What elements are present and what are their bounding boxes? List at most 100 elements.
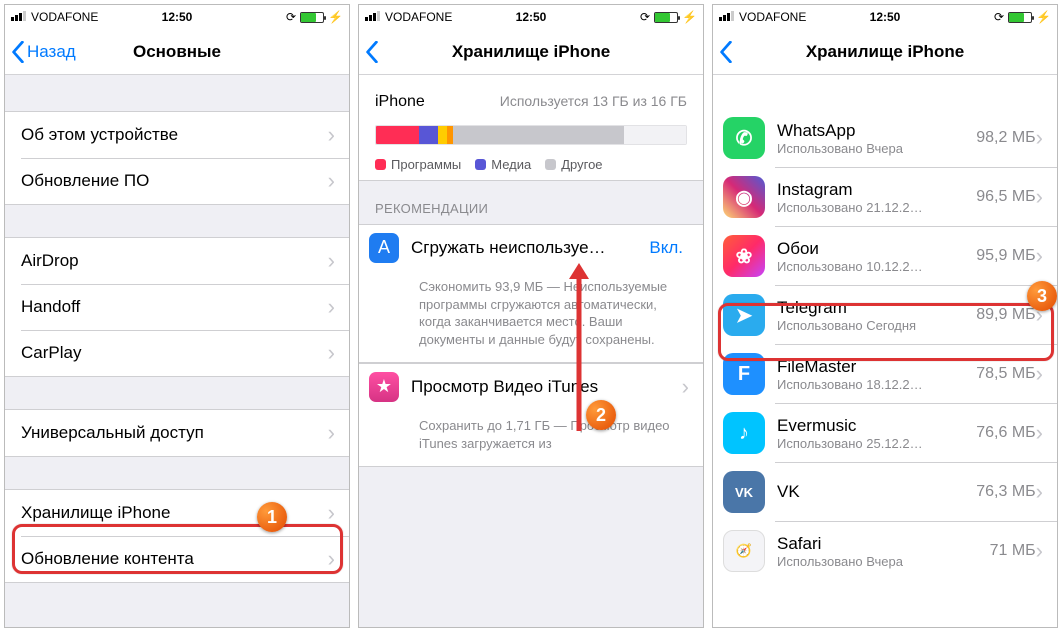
apps-list[interactable]: ✆WhatsAppИспользовано Вчера98,2 МБ›◉Inst… xyxy=(713,75,1057,627)
app-name: WhatsApp xyxy=(777,121,968,141)
storage-summary: iPhoneИспользуется 13 ГБ из 16 ГБ Програ… xyxy=(359,75,703,181)
row-itunes-video[interactable]: ★ Просмотр Видео iTunes › xyxy=(359,363,703,409)
nav-bar: Хранилище iPhone xyxy=(713,29,1057,75)
legend-media: Медиа xyxy=(475,157,531,172)
label: Handoff xyxy=(21,297,80,317)
app-size: 76,3 МБ xyxy=(976,483,1035,501)
chevron-right-icon: › xyxy=(1036,422,1043,444)
row-carplay[interactable]: CarPlay › xyxy=(5,330,349,376)
status-bar: VODAFONE 12:50 ⟳⚡ xyxy=(713,5,1057,29)
app-name: VK xyxy=(777,482,968,502)
legend-other: Другое xyxy=(545,157,602,172)
page-title: Основные xyxy=(5,42,349,62)
app-icon: ◉ xyxy=(723,176,765,218)
chevron-right-icon: › xyxy=(328,124,335,146)
label: Просмотр Видео iTunes xyxy=(411,377,598,397)
chevron-right-icon: › xyxy=(1036,363,1043,385)
app-icon: 🧭 xyxy=(723,530,765,572)
app-size: 71 МБ xyxy=(990,542,1036,560)
state-label: Вкл. xyxy=(649,238,683,258)
row-accessibility[interactable]: Универсальный доступ › xyxy=(5,410,349,456)
chevron-right-icon: › xyxy=(682,376,689,398)
app-row-safari[interactable]: 🧭SafariИспользовано Вчера71 МБ› xyxy=(713,522,1057,580)
app-row-instagram[interactable]: ◉ InstagramИспользовано 21.12.2… 96,5 МБ› xyxy=(713,168,1057,226)
app-icon: F xyxy=(723,353,765,395)
phone-storage-apps: VODAFONE 12:50 ⟳⚡ Хранилище iPhone ✆ What… xyxy=(712,4,1058,628)
app-row-telegram[interactable]: ➤TelegramИспользовано Сегодня89,9 МБ› xyxy=(713,286,1057,344)
offload-description: Сэкономить 93,9 МБ — Неиспользуемые прог… xyxy=(359,270,703,363)
app-row-evermusic[interactable]: ♪EvermusicИспользовано 25.12.2…76,6 МБ› xyxy=(713,404,1057,462)
step-badge-3: 3 xyxy=(1027,281,1057,311)
app-name: FileMaster xyxy=(777,357,968,377)
app-icon: VK xyxy=(723,471,765,513)
storage-bar xyxy=(375,125,687,145)
appstore-icon: A xyxy=(369,233,399,263)
row-airdrop[interactable]: AirDrop› xyxy=(5,238,349,284)
step-badge-2: 2 xyxy=(586,400,616,430)
chevron-right-icon: › xyxy=(1036,245,1043,267)
app-name: Обои xyxy=(777,239,968,259)
itunes-icon: ★ xyxy=(369,372,399,402)
chevron-right-icon: › xyxy=(328,296,335,318)
app-icon: ❀ xyxy=(723,235,765,277)
app-name: Instagram xyxy=(777,180,968,200)
app-sub: Использовано Вчера xyxy=(777,554,982,569)
battery-icon xyxy=(300,12,324,23)
itunes-description: Сохранить до 1,71 ГБ — Просмотр видео iT… xyxy=(359,409,703,467)
clock: 12:50 xyxy=(359,10,703,24)
battery-icon xyxy=(654,12,678,23)
chevron-right-icon: › xyxy=(328,342,335,364)
step-badge-1: 1 xyxy=(257,502,287,532)
row-handoff[interactable]: Handoff › xyxy=(5,284,349,330)
app-sub: Использовано Сегодня xyxy=(777,318,968,333)
row-about[interactable]: Об этом устройстве › xyxy=(5,112,349,158)
app-sub: Использовано 25.12.2… xyxy=(777,436,968,451)
row-offload-apps[interactable]: A Сгружать неиспользуе… Вкл. xyxy=(359,224,703,270)
chevron-right-icon: › xyxy=(328,422,335,444)
chevron-right-icon: › xyxy=(328,250,335,272)
page-title: Хранилище iPhone xyxy=(359,42,703,62)
battery-icon xyxy=(1008,12,1032,23)
row-background-refresh[interactable]: Обновление контента› xyxy=(5,536,349,582)
app-name: Telegram xyxy=(777,298,968,318)
chevron-right-icon: › xyxy=(1036,540,1043,562)
status-bar: VODAFONE 12:50 ⟳⚡ xyxy=(359,5,703,29)
app-size: 96,5 МБ xyxy=(976,188,1035,206)
row-iphone-storage[interactable]: Хранилище iPhone› xyxy=(5,490,349,536)
phone-storage-overview: VODAFONE 12:50 ⟳⚡ Хранилище iPhone iPhon… xyxy=(358,4,704,628)
app-sub: Использовано 18.12.2… xyxy=(777,377,968,392)
chevron-right-icon: › xyxy=(328,170,335,192)
app-row-filemaster[interactable]: F FileMasterИспользовано 18.12.2… 78,5 МБ› xyxy=(713,345,1057,403)
app-row-обои[interactable]: ❀ОбоиИспользовано 10.12.2…95,9 МБ› xyxy=(713,227,1057,285)
app-size: 89,9 МБ xyxy=(976,306,1035,324)
app-icon: ✆ xyxy=(723,117,765,159)
status-bar: VODAFONE 12:50 ⟳⚡ xyxy=(5,5,349,29)
app-row-vk[interactable]: VK VK 76,3 МБ› xyxy=(713,463,1057,521)
app-name: Evermusic xyxy=(777,416,968,436)
chevron-right-icon: › xyxy=(328,548,335,570)
storage-scroll[interactable]: iPhoneИспользуется 13 ГБ из 16 ГБ Програ… xyxy=(359,75,703,627)
label: Об этом устройстве xyxy=(21,125,178,145)
app-size: 98,2 МБ xyxy=(976,129,1035,147)
clock: 12:50 xyxy=(5,10,349,24)
chevron-right-icon: › xyxy=(1036,186,1043,208)
page-title: Хранилище iPhone xyxy=(713,42,1057,62)
storage-legend: Программы Медиа Другое xyxy=(375,157,687,172)
app-sub: Использовано 21.12.2… xyxy=(777,200,968,215)
clock: 12:50 xyxy=(713,10,1057,24)
settings-list[interactable]: Об этом устройстве › Обновление ПО› AirDr… xyxy=(5,75,349,627)
chevron-right-icon: › xyxy=(328,502,335,524)
chevron-right-icon: › xyxy=(1036,481,1043,503)
section-recommendations: РЕКОМЕНДАЦИИ xyxy=(359,181,703,224)
label: Универсальный доступ xyxy=(21,423,204,443)
chevron-right-icon: › xyxy=(1036,127,1043,149)
app-size: 78,5 МБ xyxy=(976,365,1035,383)
label: Сгружать неиспользуе… xyxy=(411,238,649,258)
row-software-update[interactable]: Обновление ПО› xyxy=(5,158,349,204)
app-size: 95,9 МБ xyxy=(976,247,1035,265)
device-label: iPhone xyxy=(375,93,425,111)
legend-programs: Программы xyxy=(375,157,461,172)
label: CarPlay xyxy=(21,343,81,363)
app-sub: Использовано Вчера xyxy=(777,141,968,156)
app-row-whatsapp[interactable]: ✆ WhatsAppИспользовано Вчера 98,2 МБ› xyxy=(713,109,1057,167)
